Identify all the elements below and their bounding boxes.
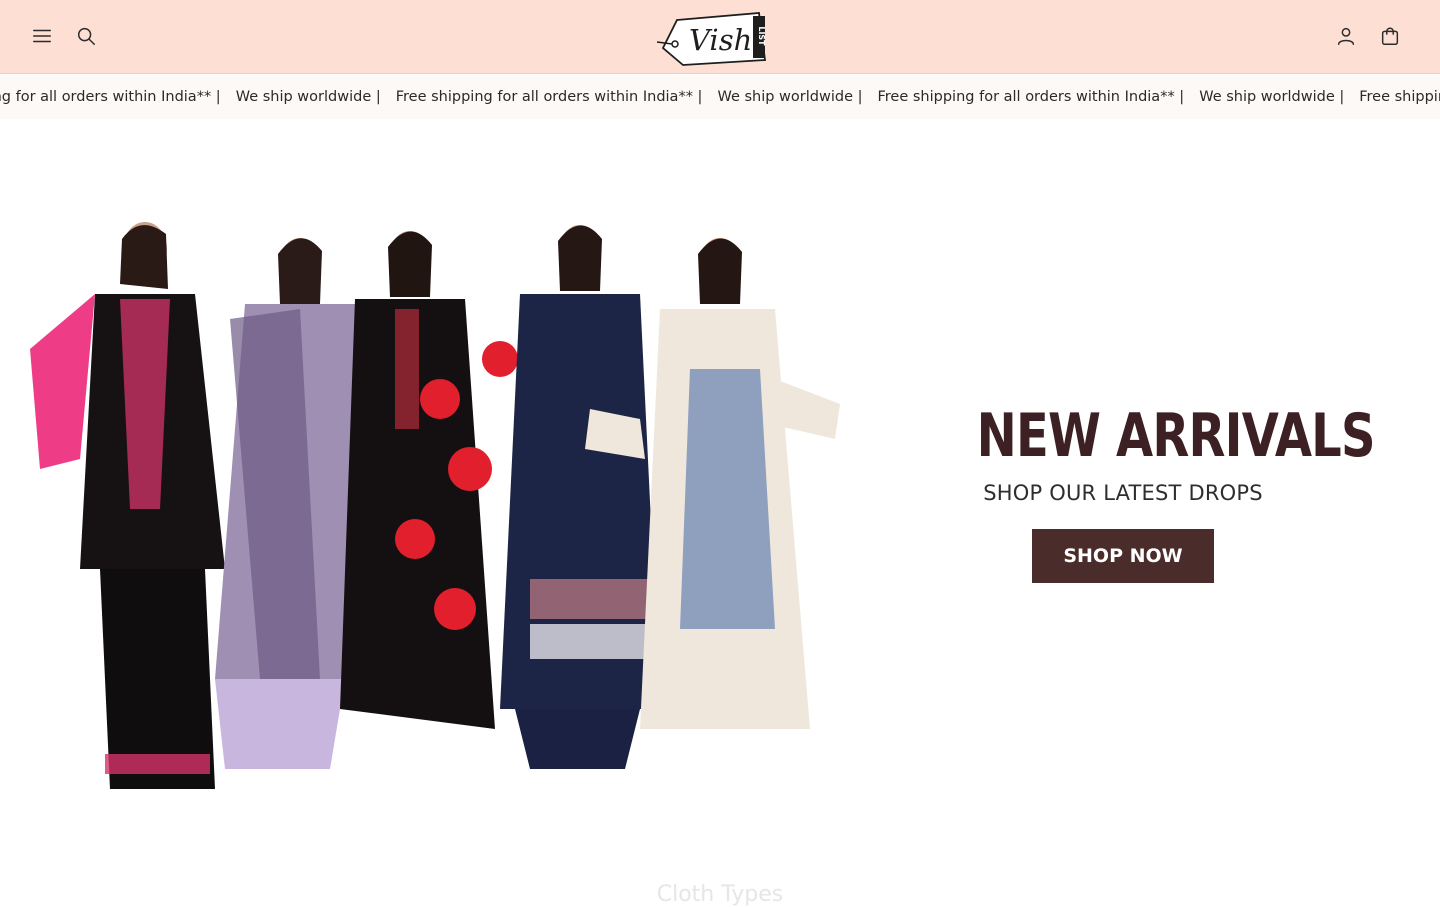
shop-now-button[interactable]: SHOP NOW <box>1032 529 1214 583</box>
announcement-item: Free shipping for all orders within Indi… <box>0 89 221 105</box>
announcement-item: We ship worldwide | <box>1199 89 1345 105</box>
shopping-bag-icon <box>1381 27 1399 45</box>
hero-banner[interactable]: NEW ARRIVALS SHOP OUR LATEST DROPS SHOP … <box>0 119 1440 859</box>
announcement-bar: Free shipping for all orders within Indi… <box>0 75 1440 119</box>
search-icon <box>77 27 95 45</box>
search-button[interactable] <box>68 18 104 54</box>
cart-button[interactable] <box>1372 18 1408 54</box>
announcement-item: Free shipping for all orders within Indi… <box>877 89 1185 105</box>
announcement-track: Free shipping for all orders within Indi… <box>0 75 1440 119</box>
hero-subtitle: SHOP OUR LATEST DROPS <box>983 481 1263 505</box>
logo-tag: LIST <box>757 26 766 46</box>
site-logo[interactable]: Vish LIST <box>655 10 771 66</box>
user-account-icon <box>1337 27 1355 45</box>
model-figure <box>215 238 360 769</box>
hero-promo: NEW ARRIVALS SHOP OUR LATEST DROPS SHOP … <box>940 401 1376 583</box>
site-header: Vish LIST <box>0 0 1440 74</box>
account-button[interactable] <box>1328 18 1364 54</box>
model-figure <box>500 225 660 769</box>
announcement-item: Free shipping for all orders within Indi… <box>1359 89 1440 105</box>
logo-wordmark: Vish <box>689 23 752 57</box>
section-title: Cloth Types <box>656 882 784 907</box>
hamburger-menu-icon <box>33 29 51 43</box>
hero-title: NEW ARRIVALS <box>976 401 1376 471</box>
announcement-item: We ship worldwide | <box>717 89 863 105</box>
hero-models-image <box>30 222 840 789</box>
announcement-item: We ship worldwide | <box>235 89 381 105</box>
menu-button[interactable] <box>24 18 60 54</box>
model-figure <box>30 222 225 789</box>
model-figure <box>340 231 518 729</box>
logo-graphic: Vish LIST <box>656 12 767 66</box>
announcement-item: Free shipping for all orders within Indi… <box>395 89 703 105</box>
